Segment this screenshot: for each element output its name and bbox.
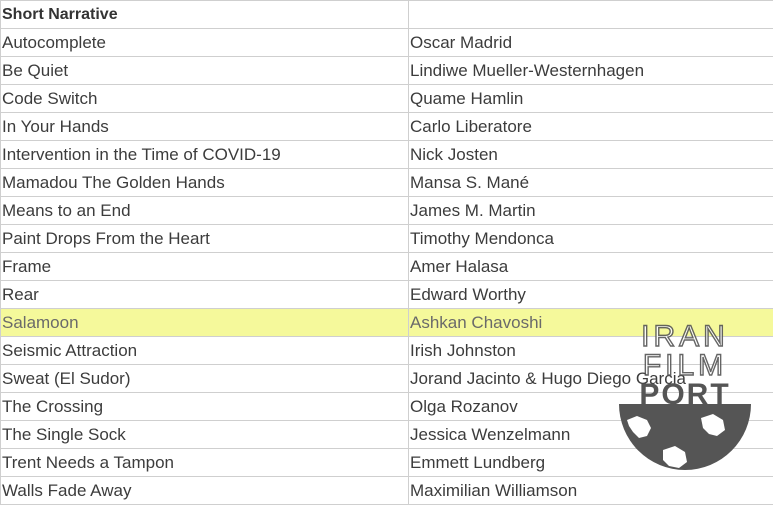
table-header-row: Short Narrative (0, 0, 773, 29)
film-title-cell: Mamadou The Golden Hands (0, 168, 409, 197)
director-cell: Amer Halasa (408, 252, 773, 281)
table-row: Means to an End James M. Martin (0, 196, 773, 225)
table-row: Autocomplete Oscar Madrid (0, 28, 773, 57)
table-row: Be Quiet Lindiwe Mueller-Westernhagen (0, 56, 773, 85)
film-title-cell: Intervention in the Time of COVID-19 (0, 140, 409, 169)
director-cell: Maximilian Williamson (408, 476, 773, 505)
films-table: Short Narrative Autocomplete Oscar Madri… (0, 0, 773, 505)
director-cell: Oscar Madrid (408, 28, 773, 57)
film-title-cell: Paint Drops From the Heart (0, 224, 409, 253)
header-cell-title: Short Narrative (0, 0, 409, 29)
director-cell: James M. Martin (408, 196, 773, 225)
director-cell: Olga Rozanov (408, 392, 773, 421)
director-cell: Ashkan Chavoshi (408, 308, 773, 337)
film-title-cell: Frame (0, 252, 409, 281)
table-row: The Single Sock Jessica Wenzelmann (0, 420, 773, 449)
director-cell: Mansa S. Mané (408, 168, 773, 197)
film-title-cell: Autocomplete (0, 28, 409, 57)
film-title-cell: The Crossing (0, 392, 409, 421)
film-title-cell: Walls Fade Away (0, 476, 409, 505)
table-row: Walls Fade Away Maximilian Williamson (0, 476, 773, 505)
film-title-cell: Salamoon (0, 308, 409, 337)
film-title-cell: Sweat (El Sudor) (0, 364, 409, 393)
director-cell: Jessica Wenzelmann (408, 420, 773, 449)
table-row: Mamadou The Golden Hands Mansa S. Mané (0, 168, 773, 197)
director-cell: Irish Johnston (408, 336, 773, 365)
director-cell: Jorand Jacinto & Hugo Diego Garcia (408, 364, 773, 393)
table-row: Trent Needs a Tampon Emmett Lundberg (0, 448, 773, 477)
director-cell: Quame Hamlin (408, 84, 773, 113)
header-cell-director (408, 0, 773, 29)
highlighted-table-row: Salamoon Ashkan Chavoshi (0, 308, 773, 337)
director-cell: Timothy Mendonca (408, 224, 773, 253)
table-row: In Your Hands Carlo Liberatore (0, 112, 773, 141)
table-row: Sweat (El Sudor) Jorand Jacinto & Hugo D… (0, 364, 773, 393)
table-row: Seismic Attraction Irish Johnston (0, 336, 773, 365)
film-title-cell: Code Switch (0, 84, 409, 113)
film-title-cell: The Single Sock (0, 420, 409, 449)
director-cell: Emmett Lundberg (408, 448, 773, 477)
film-title-cell: Be Quiet (0, 56, 409, 85)
film-title-cell: Rear (0, 280, 409, 309)
table-row: The Crossing Olga Rozanov (0, 392, 773, 421)
director-cell: Carlo Liberatore (408, 112, 773, 141)
film-title-cell: Trent Needs a Tampon (0, 448, 409, 477)
film-title-cell: Seismic Attraction (0, 336, 409, 365)
table-row: Paint Drops From the Heart Timothy Mendo… (0, 224, 773, 253)
director-cell: Lindiwe Mueller-Westernhagen (408, 56, 773, 85)
table-row: Frame Amer Halasa (0, 252, 773, 281)
film-title-cell: Means to an End (0, 196, 409, 225)
director-cell: Edward Worthy (408, 280, 773, 309)
table-row: Code Switch Quame Hamlin (0, 84, 773, 113)
director-cell: Nick Josten (408, 140, 773, 169)
table-row: Intervention in the Time of COVID-19 Nic… (0, 140, 773, 169)
table-row: Rear Edward Worthy (0, 280, 773, 309)
film-title-cell: In Your Hands (0, 112, 409, 141)
